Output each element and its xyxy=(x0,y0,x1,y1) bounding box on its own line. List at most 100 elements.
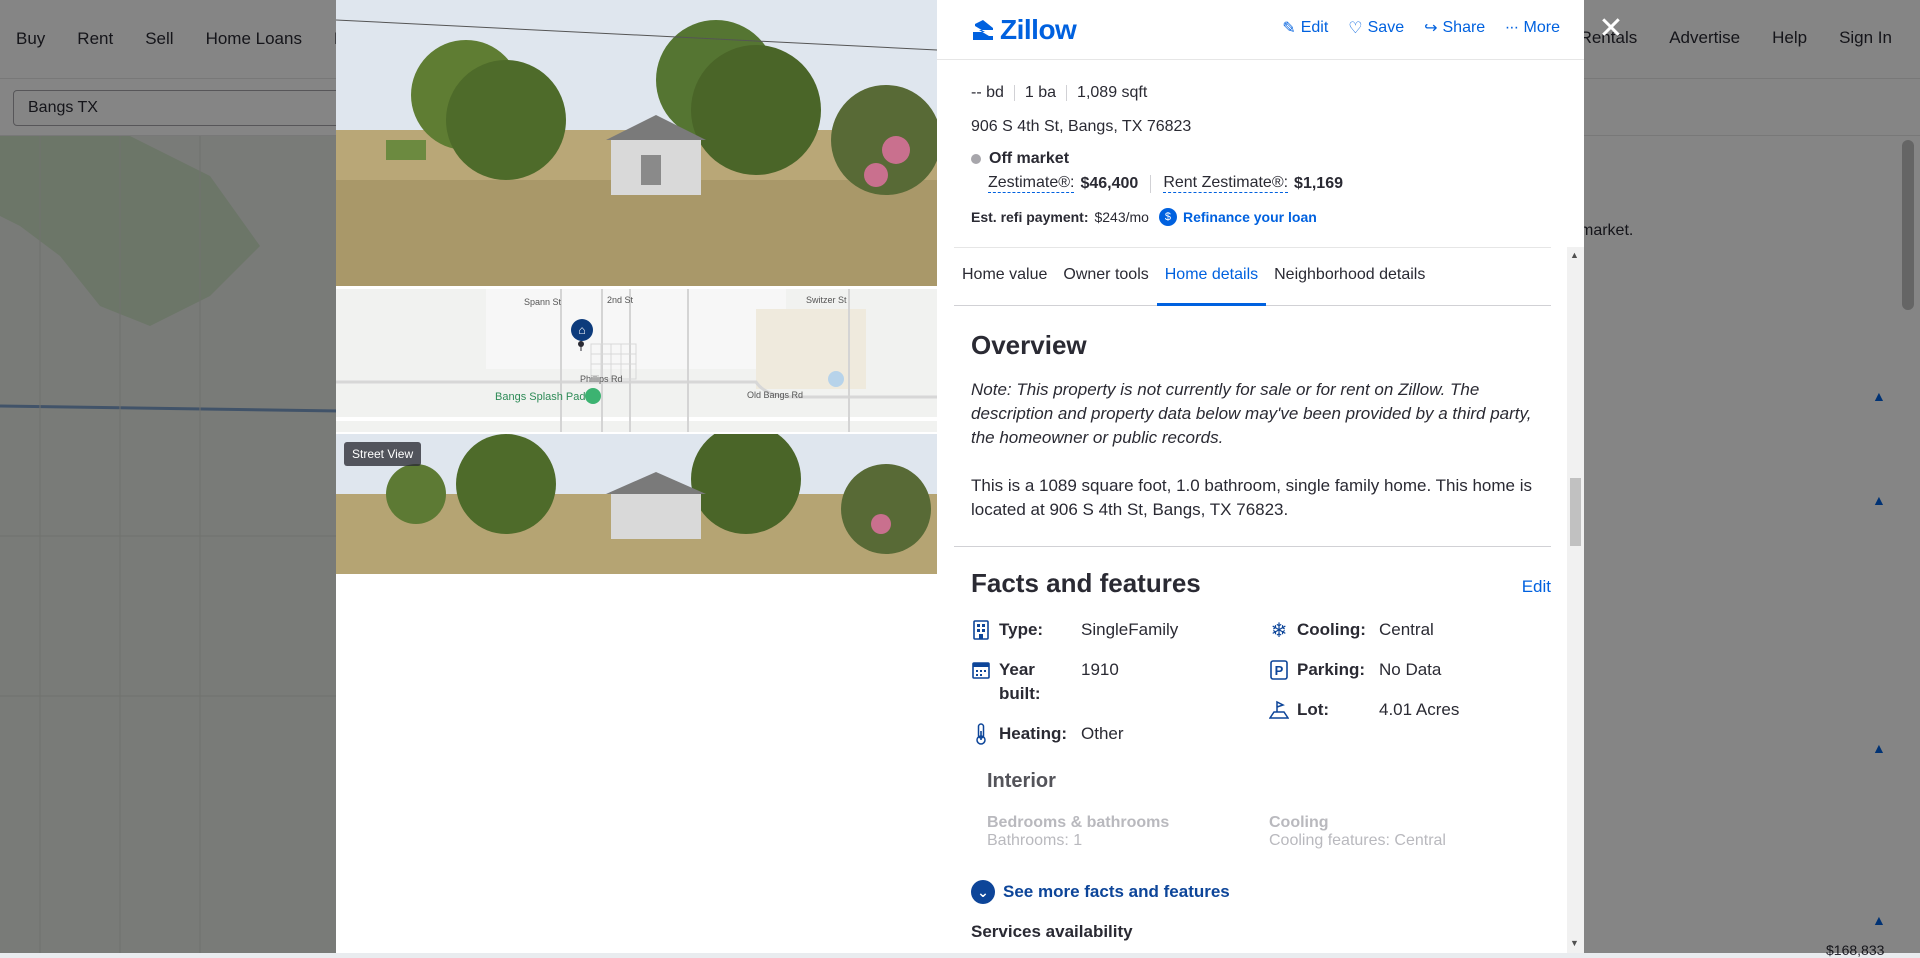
map-label-splash-pad: Bangs Splash Pad xyxy=(495,391,586,403)
cooling-block: Cooling Cooling features: Central xyxy=(1269,814,1446,850)
fact-key: Cooling: xyxy=(1297,620,1366,639)
address: 906 S 4th St, Bangs, TX 76823 xyxy=(971,118,1192,135)
property-modal: Spann St 2nd St Switzer St Phillips Rd O… xyxy=(336,0,1584,953)
refi-label: Est. refi payment: xyxy=(971,209,1089,225)
divider xyxy=(1150,174,1152,193)
parking-icon: P xyxy=(1269,658,1289,682)
save-button[interactable]: ♡ Save xyxy=(1348,18,1404,38)
overview-title: Overview xyxy=(971,330,1087,360)
house-photo-graphic xyxy=(336,0,937,286)
details-scrollbar-thumb[interactable] xyxy=(1570,478,1581,546)
snowflake-icon: ❄ xyxy=(1270,619,1288,642)
fact-lot: Lot: 4.01 Acres xyxy=(1269,698,1459,722)
sqft-value: 1,089 sqft xyxy=(1077,84,1148,101)
zestimates: Zestimate®: $46,400 Rent Zestimate®: $1,… xyxy=(988,174,1343,193)
more-label: More xyxy=(1523,19,1560,36)
more-button[interactable]: ∙∙∙ More xyxy=(1505,18,1560,38)
svg-text:P: P xyxy=(1275,663,1284,678)
see-more-button[interactable]: ⌄ See more facts and features xyxy=(971,880,1230,904)
logo-text: Zillow xyxy=(1000,14,1077,45)
header-actions: ✎ Edit ♡ Save ↪ Share ∙∙∙ More xyxy=(1282,18,1560,38)
close-icon[interactable]: ✕ xyxy=(1596,14,1626,44)
rent-zestimate-label[interactable]: Rent Zestimate®: xyxy=(1163,174,1289,193)
fact-key: Parking: xyxy=(1297,660,1366,679)
share-icon: ↪ xyxy=(1424,20,1438,37)
fact-type: Type: SingleFamily xyxy=(971,618,1178,642)
street-view-badge[interactable]: Street View xyxy=(344,442,422,466)
save-label: Save xyxy=(1367,19,1405,36)
share-label: Share xyxy=(1442,19,1486,36)
status: Off market xyxy=(971,150,1069,168)
details-scrollbar[interactable] xyxy=(1567,247,1584,953)
fact-value: Central xyxy=(1379,620,1434,639)
scroll-down-icon[interactable]: ▼ xyxy=(1570,938,1579,948)
thermometer-icon xyxy=(971,722,991,746)
fact-heating: Heating: Other xyxy=(971,722,1124,746)
chevron-down-icon: ⌄ xyxy=(971,880,995,904)
lot-icon xyxy=(1269,698,1289,722)
zestimate-value: $46,400 xyxy=(1080,174,1139,192)
fact-cooling: ❄ Cooling: Central xyxy=(1269,618,1434,642)
bed-bath-heading: Bedrooms & bathrooms xyxy=(987,814,1170,831)
street-view-graphic xyxy=(336,434,937,574)
fact-value: Other xyxy=(1081,724,1124,743)
dollar-icon: $ xyxy=(1158,208,1177,226)
map-label-phillips: Phillips Rd xyxy=(580,374,623,384)
fact-value: SingleFamily xyxy=(1081,620,1179,639)
map-label-switzer: Switzer St xyxy=(806,295,847,305)
map-thumbnail-graphic xyxy=(336,289,937,432)
refinance-link[interactable]: Refinance your loan xyxy=(1183,209,1317,225)
building-icon xyxy=(971,618,991,642)
edit-label: Edit xyxy=(1300,19,1329,36)
edit-button[interactable]: ✎ Edit xyxy=(1282,18,1328,38)
home-marker-icon[interactable]: ⌂ xyxy=(571,319,593,341)
share-button[interactable]: ↪ Share xyxy=(1424,18,1485,38)
pencil-icon: ✎ xyxy=(1282,20,1296,37)
rent-zestimate-value: $1,169 xyxy=(1294,174,1343,192)
refi-value: $243/mo xyxy=(1094,209,1149,225)
status-dot-icon xyxy=(971,154,981,164)
refi-payment: Est. refi payment: $243/mo $ Refinance y… xyxy=(971,208,1317,226)
divider xyxy=(1013,85,1015,101)
beds-value: -- bd xyxy=(971,84,1004,101)
map-label-spann: Spann St xyxy=(524,297,562,307)
divider xyxy=(1066,85,1068,101)
fact-value: 4.01 Acres xyxy=(1379,700,1460,719)
facts-title: Facts and features xyxy=(971,568,1201,598)
street-view-photo[interactable]: Street View xyxy=(336,434,937,574)
fact-key: Year built: xyxy=(999,660,1041,703)
modal-header: Zillow ✎ Edit ♡ Save ↪ Share ∙∙∙ More xyxy=(937,0,1584,60)
interior-heading: Interior xyxy=(987,770,1056,792)
services-heading: Services availability xyxy=(971,922,1133,941)
map-label-2nd: 2nd St xyxy=(607,295,634,305)
overview-note: Note: This property is not currently for… xyxy=(971,380,1532,447)
bed-bath-block: Bedrooms & bathrooms Bathrooms: 1 xyxy=(987,814,1169,850)
dots-icon: ∙∙∙ xyxy=(1505,19,1519,36)
section-divider xyxy=(954,546,1551,547)
fact-key: Heating: xyxy=(999,724,1067,743)
zillow-logo[interactable]: Zillow xyxy=(971,14,1077,46)
details-body: Overview Note: This property is not curr… xyxy=(954,248,1551,953)
fact-value: 1910 xyxy=(1081,660,1119,679)
fact-parking: P Parking: No Data xyxy=(1269,658,1441,682)
home-facts: -- bd 1 ba 1,089 sqft xyxy=(971,84,1147,102)
scroll-up-icon[interactable]: ▲ xyxy=(1570,250,1579,260)
zillow-logo-icon xyxy=(973,20,993,40)
map-thumbnail[interactable]: Spann St 2nd St Switzer St Phillips Rd O… xyxy=(336,289,937,432)
main-photo[interactable] xyxy=(336,0,937,286)
fact-value: No Data xyxy=(1379,660,1442,679)
zestimate-label[interactable]: Zestimate®: xyxy=(988,174,1075,193)
fact-key: Lot: xyxy=(1297,700,1330,719)
status-label: Off market xyxy=(989,150,1070,167)
calendar-icon xyxy=(971,658,991,682)
details-panel: Zillow ✎ Edit ♡ Save ↪ Share ∙∙∙ More --… xyxy=(937,0,1584,953)
baths-value: 1 ba xyxy=(1024,84,1057,101)
photo-gallery: Spann St 2nd St Switzer St Phillips Rd O… xyxy=(336,0,937,953)
cooling-heading: Cooling xyxy=(1269,814,1329,831)
facts-edit-link[interactable]: Edit xyxy=(1522,577,1551,597)
details-scroll-area[interactable]: Home value Owner tools Home details Neig… xyxy=(954,247,1551,953)
heart-icon: ♡ xyxy=(1348,20,1363,37)
map-label-old-bangs: Old Bangs Rd xyxy=(747,390,804,400)
overview-description: This is a 1089 square foot, 1.0 bathroom… xyxy=(971,476,1532,519)
fact-key: Type: xyxy=(999,620,1044,639)
